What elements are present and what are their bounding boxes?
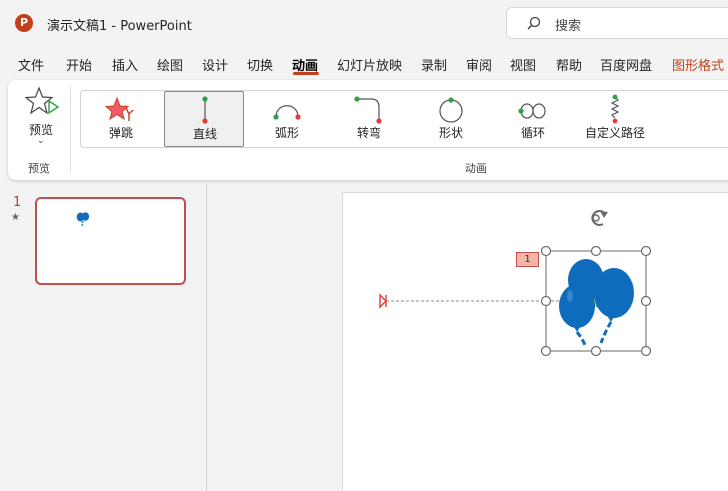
path-end-marker-icon <box>379 293 387 309</box>
balloons-icon <box>559 259 634 346</box>
rotate-handle-icon <box>591 210 608 226</box>
animation-order-badge[interactable]: 1 <box>516 252 539 267</box>
slide-overlay <box>379 210 652 357</box>
